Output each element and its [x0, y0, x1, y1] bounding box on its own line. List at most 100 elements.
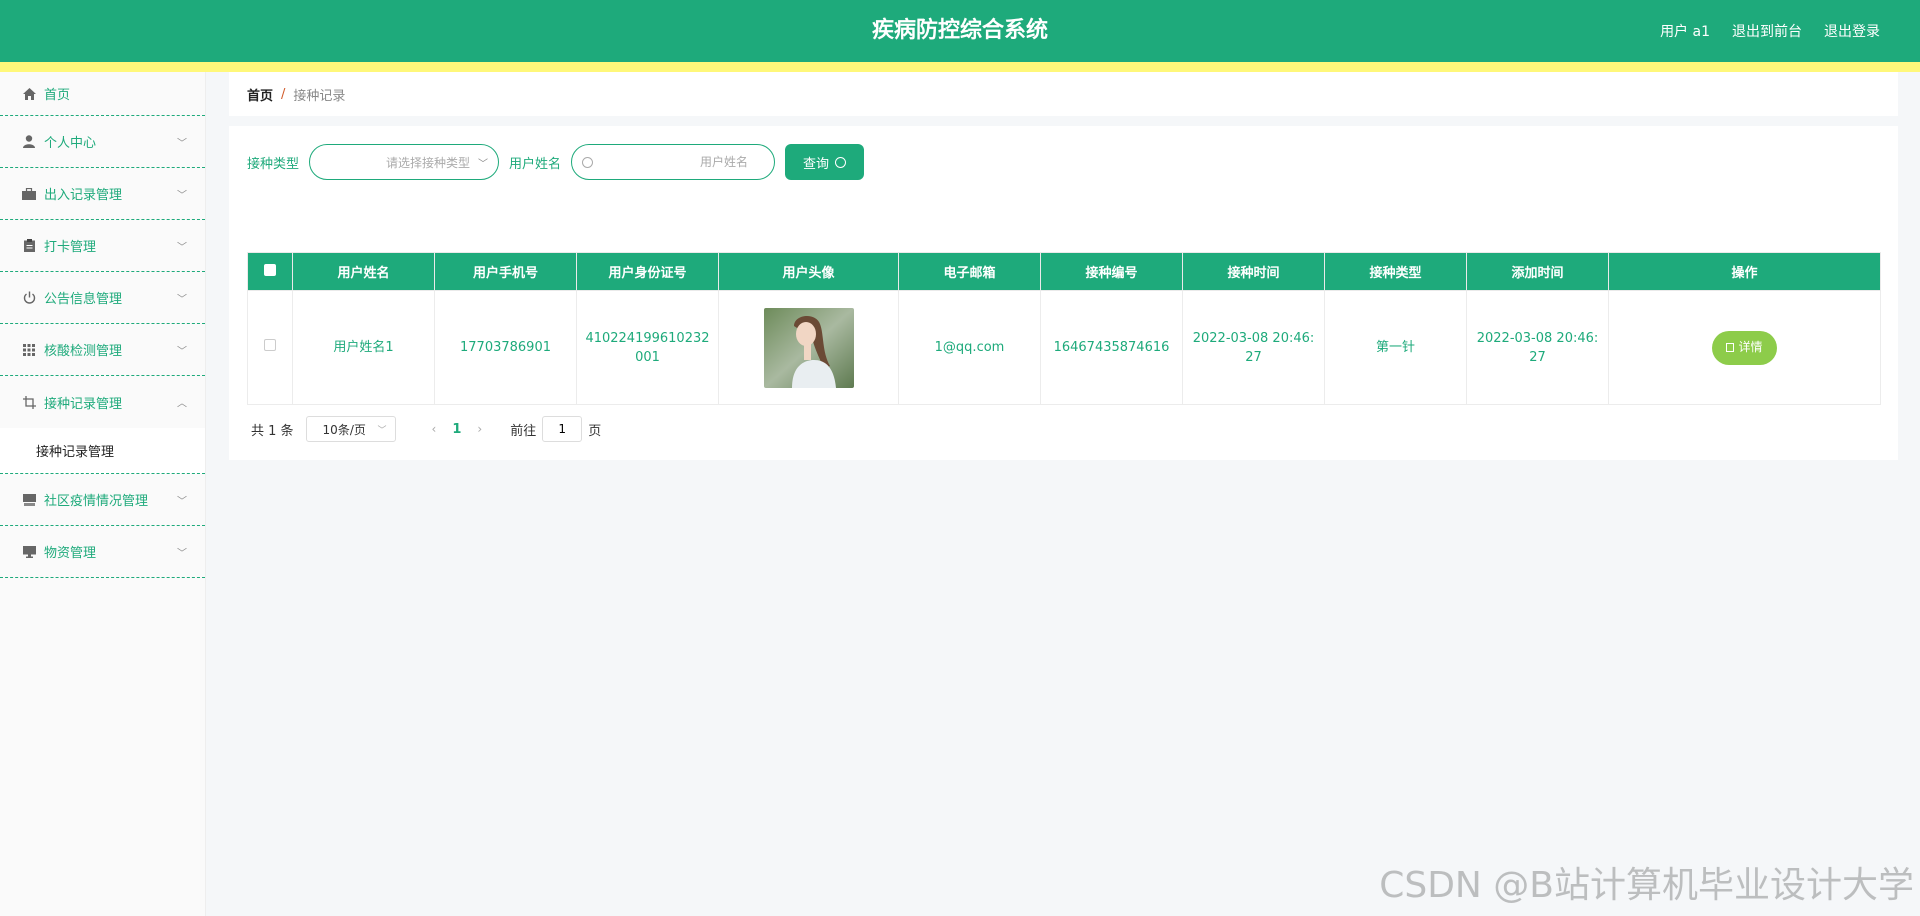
- sidebar-item-personal[interactable]: 个人中心 ﹀: [0, 116, 205, 168]
- detail-button[interactable]: 详情: [1712, 330, 1777, 365]
- sidebar-item-label: 个人中心: [44, 136, 97, 151]
- user-avatar: [763, 307, 854, 388]
- query-button-label: 查询: [803, 156, 830, 172]
- cell-user-name: 用户姓名1: [292, 290, 435, 405]
- crop-icon: [22, 395, 36, 409]
- vaccine-type-label: 接种类型: [247, 156, 300, 172]
- vaccine-type-placeholder: 请选择接种类型: [386, 155, 471, 170]
- query-button[interactable]: 查询: [785, 144, 865, 180]
- sidebar-item-supplies[interactable]: 物资管理 ﹀: [0, 526, 205, 578]
- vaccination-table: 用户姓名 用户手机号 用户身份证号 用户头像 电子邮箱 接种编号 接种时间 接种…: [247, 252, 1881, 405]
- row-select-cell: [247, 290, 293, 405]
- current-user[interactable]: 用户 a1: [1660, 21, 1710, 41]
- cell-actions: 详情: [1608, 290, 1881, 405]
- sidebar-item-label: 核酸检测管理: [44, 344, 123, 359]
- app-title: 疾病防控综合系统: [871, 18, 1048, 43]
- detail-button-label: 详情: [1738, 340, 1763, 354]
- sidebar-item-label: 接种记录管理: [44, 396, 123, 412]
- column-header: 用户头像: [718, 252, 899, 291]
- search-icon: [582, 156, 594, 168]
- chevron-up-icon: ︿: [177, 398, 187, 410]
- select-all-cell: [247, 252, 293, 291]
- sidebar-item-label: 公告信息管理: [44, 292, 123, 307]
- chevron-down-icon: ﹀: [177, 190, 187, 201]
- cell-avatar: [718, 290, 899, 405]
- user-icon: [22, 135, 36, 149]
- chevron-down-icon: ﹀: [177, 138, 187, 149]
- watermark: CSDN @B站计算机毕业设计大学: [1379, 865, 1914, 906]
- cell-add-time: 2022-03-08 20:46:27: [1466, 290, 1609, 405]
- chevron-down-icon: ﹀: [177, 548, 187, 559]
- row-checkbox[interactable]: [264, 339, 276, 351]
- column-header: 操作: [1608, 252, 1881, 291]
- column-header: 添加时间: [1466, 252, 1609, 291]
- goto-page-input[interactable]: [542, 416, 583, 442]
- column-header: 接种类型: [1324, 252, 1467, 291]
- column-header: 接种时间: [1182, 252, 1325, 291]
- cell-email: 1@qq.com: [898, 290, 1041, 405]
- prev-page-icon[interactable]: ‹: [432, 422, 437, 436]
- logout-link[interactable]: 退出登录: [1824, 21, 1880, 41]
- user-name-search: [571, 144, 776, 180]
- document-icon: [1726, 343, 1735, 352]
- sidebar-item-label: 社区疫情情况管理: [44, 494, 149, 509]
- sidebar-item-checkin[interactable]: 打卡管理 ﹀: [0, 220, 205, 272]
- column-header: 用户身份证号: [576, 252, 719, 291]
- search-icon: [835, 156, 847, 168]
- chevron-down-icon: ﹀: [377, 425, 387, 436]
- page-size-value: 10条/页: [322, 422, 366, 437]
- header-stripe: [0, 62, 1920, 72]
- cell-vaccine-type: 第一针: [1324, 290, 1467, 405]
- table-header-row: 用户姓名 用户手机号 用户身份证号 用户头像 电子邮箱 接种编号 接种时间 接种…: [247, 252, 1881, 291]
- column-header: 接种编号: [1040, 252, 1183, 291]
- sidebar: 首页 个人中心 ﹀ 出入记录管理 ﹀ 打卡管理 ﹀ 公告信息管理 ﹀ 核酸检测管…: [0, 72, 206, 916]
- table-row: 用户姓名1 17703786901 410224199610232001 1@q…: [247, 290, 1881, 405]
- next-page-icon[interactable]: ›: [477, 422, 482, 436]
- monitor-icon: [22, 545, 36, 559]
- card-icon: [22, 493, 36, 507]
- sidebar-item-nucleic-test[interactable]: 核酸检测管理 ﹀: [0, 324, 205, 376]
- cell-id-card: 410224199610232001: [576, 290, 719, 405]
- user-name-input[interactable]: [572, 145, 775, 179]
- briefcase-icon: [22, 187, 36, 201]
- back-to-front-link[interactable]: 退出到前台: [1732, 21, 1802, 41]
- cell-phone: 17703786901: [434, 290, 577, 405]
- page-number-current[interactable]: 1: [452, 422, 461, 437]
- sidebar-item-label: 首页: [44, 88, 71, 103]
- column-header: 用户手机号: [434, 252, 577, 291]
- breadcrumb-separator: /: [281, 86, 286, 102]
- select-all-checkbox[interactable]: [264, 263, 276, 276]
- sidebar-item-label: 物资管理: [44, 546, 97, 561]
- power-icon: [22, 291, 36, 305]
- pagination: 共 1 条 10条/页 ﹀ ‹ 1 › 前往 页: [251, 416, 601, 442]
- vaccine-type-select[interactable]: 请选择接种类型 ﹀: [309, 144, 500, 180]
- pagination-total: 共 1 条: [251, 423, 294, 439]
- breadcrumb: 首页 / 接种记录: [229, 72, 1898, 116]
- submenu-vaccination-records[interactable]: 接种记录管理: [0, 428, 205, 474]
- column-header: 用户姓名: [292, 252, 435, 291]
- chevron-down-icon: ﹀: [478, 158, 489, 170]
- user-name-label: 用户姓名: [509, 156, 562, 172]
- sidebar-item-access-records[interactable]: 出入记录管理 ﹀: [0, 168, 205, 220]
- page-size-select[interactable]: 10条/页 ﹀: [305, 416, 396, 442]
- sidebar-item-label: 打卡管理: [44, 240, 97, 255]
- sidebar-item-announcement[interactable]: 公告信息管理 ﹀: [0, 272, 205, 324]
- sidebar-item-community-epidemic[interactable]: 社区疫情情况管理 ﹀: [0, 474, 205, 526]
- header-actions: 用户 a1 退出到前台 退出登录: [1660, 0, 1880, 62]
- grid-icon: [22, 343, 36, 357]
- sidebar-item-home[interactable]: 首页: [0, 72, 205, 116]
- clipboard-icon: [22, 239, 36, 253]
- chevron-down-icon: ﹀: [177, 294, 187, 305]
- cell-vaccinate-time: 2022-03-08 20:46:27: [1182, 290, 1325, 405]
- breadcrumb-current: 接种记录: [293, 88, 346, 104]
- cell-vaccine-code: 16467435874616: [1040, 290, 1183, 405]
- breadcrumb-home[interactable]: 首页: [247, 85, 273, 104]
- search-bar: 接种类型 请选择接种类型 ﹀ 用户姓名 查询: [247, 144, 865, 180]
- goto-label: 前往: [510, 423, 537, 439]
- sidebar-item-label: 出入记录管理: [44, 188, 123, 203]
- chevron-down-icon: ﹀: [177, 346, 187, 357]
- sidebar-item-vaccination[interactable]: 接种记录管理 ︿: [0, 376, 205, 428]
- home-icon: [22, 87, 36, 101]
- page-suffix: 页: [588, 423, 602, 439]
- chevron-down-icon: ﹀: [177, 242, 187, 253]
